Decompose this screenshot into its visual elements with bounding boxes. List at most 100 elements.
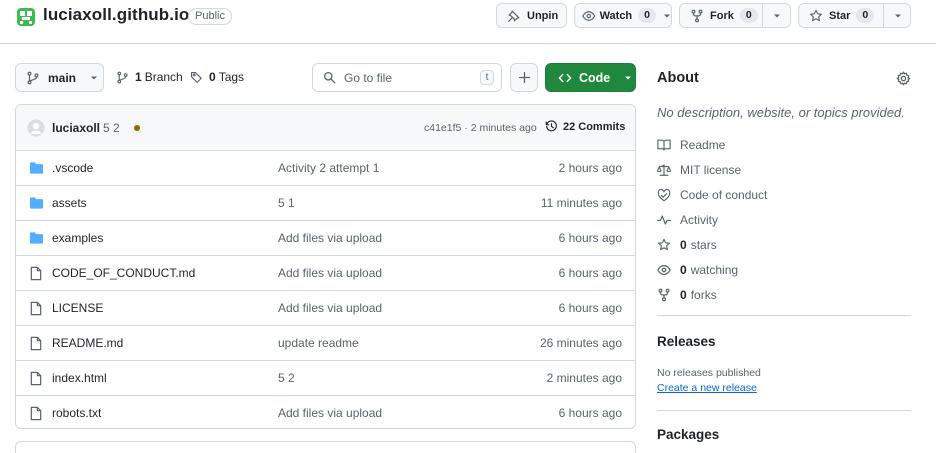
activity-label: Activity [680,213,719,227]
file-commit-message[interactable]: Add files via upload [278,406,382,420]
file-commit-message[interactable]: Add files via upload [278,301,382,315]
sidebar-divider [657,315,911,316]
author-avatar[interactable] [27,119,45,137]
file-row[interactable]: assets 5 1 11 minutes ago [16,186,635,221]
file-commit-time: 11 minutes ago [540,196,622,210]
code-icon [558,73,572,82]
file-icon [29,406,43,421]
fork-icon [691,9,703,22]
file-name[interactable]: .vscode [52,161,93,175]
file-row[interactable]: .vscode Activity 2 attempt 1 2 hours ago [16,151,635,186]
license-link-label: MIT license [680,163,742,177]
shortcut-key: t [480,70,494,85]
file-icon [29,301,43,316]
file-name[interactable]: examples [52,231,103,245]
branch-icon [117,71,128,83]
folder-icon [29,161,44,175]
code-of-conduct-link[interactable]: Code of conduct [657,188,767,202]
watching-link[interactable]: 0 watching [657,263,738,277]
gear-icon[interactable] [896,71,911,86]
code-of-conduct-label: Code of conduct [680,188,768,202]
go-to-file-input[interactable]: Go to file t [312,63,502,92]
create-release-link[interactable]: Create a new release [657,382,757,394]
star-icon [658,238,670,251]
branches-label: Branch [144,70,183,84]
branches-link[interactable]: 1 Branch [116,70,183,84]
go-to-file-placeholder: Go to file [344,70,393,85]
unpin-button[interactable]: Unpin [496,3,567,28]
readme-link-label: Readme [680,138,726,152]
forks-count: 0 [680,288,687,302]
tags-label: Tags [218,70,245,84]
file-commit-message[interactable]: 5 1 [278,196,295,210]
releases-title[interactable]: Releases [657,334,716,349]
star-count: 0 [856,8,875,23]
file-row[interactable]: LICENSE Add files via upload 6 hours ago [16,291,635,326]
file-name[interactable]: LICENSE [52,301,103,315]
forks-link[interactable]: 0 forks [657,288,717,302]
file-commit-message[interactable]: 5 2 [278,371,295,385]
star-label: Star [829,9,851,22]
commits-label: Commits [578,120,626,133]
latest-commit-bar: luciaxoll 5 2 c41e1f5 · 2 minutes ago 22… [16,105,635,151]
tags-link[interactable]: 0 Tags [190,70,244,84]
fork-button[interactable]: Fork 0 [679,3,791,28]
eye-icon [582,10,596,21]
commit-status-dot[interactable] [134,125,140,131]
chevron-down-icon [91,76,98,79]
pulse-icon [657,215,671,225]
file-row[interactable]: robots.txt Add files via upload 6 hours ag… [16,396,635,428]
file-icon [29,266,43,281]
code-of-conduct-icon [657,188,671,202]
star-button[interactable]: Star 0 [798,3,911,28]
file-name[interactable]: assets [52,196,87,210]
branch-selector[interactable]: main [15,63,104,92]
readme-panel [15,441,636,453]
file-name[interactable]: index.html [52,371,107,385]
fork-count: 0 [739,8,758,23]
stars-link[interactable]: 0 stars [657,238,717,252]
stars-count: 0 [680,238,687,252]
fork-label: Fork [710,9,734,22]
packages-title[interactable]: Packages [657,427,719,442]
license-link[interactable]: MIT license [657,163,741,177]
file-icon [29,336,43,351]
file-name[interactable]: CODE_OF_CONDUCT.md [52,266,195,280]
code-label: Code [579,70,611,85]
repo-name[interactable]: luciaxoll.github.io [43,5,189,25]
file-row[interactable]: README.md update readme 26 minutes ago [16,326,635,361]
commit-hash-time[interactable]: c41e1f5 · 2 minutes ago [424,122,537,134]
file-row[interactable]: CODE_OF_CONDUCT.md Add files via upload 6 … [16,256,635,291]
commits-link[interactable]: 22 Commits [545,120,625,133]
file-name[interactable]: robots.txt [52,406,101,420]
pin-icon [508,10,520,22]
watch-count: 0 [638,8,656,23]
file-commit-message[interactable]: Add files via upload [278,231,382,245]
file-table: luciaxoll 5 2 c41e1f5 · 2 minutes ago 22… [15,104,636,429]
commit-message[interactable]: 5 2 [103,121,120,135]
stars-label: stars [690,238,717,252]
file-row[interactable]: index.html 5 2 2 minutes ago [16,361,635,396]
commits-count: 22 [563,120,576,133]
file-commit-message[interactable]: Activity 2 attempt 1 [278,161,379,175]
forks-label: forks [690,288,717,302]
eye-icon [657,265,671,275]
add-file-button[interactable] [510,63,538,92]
code-button[interactable]: Code [545,63,636,92]
file-commit-message[interactable]: Add files via upload [278,266,382,280]
file-commit-time: 6 hours ago [558,406,622,420]
file-row[interactable]: examples Add files via upload 6 hours ago [16,221,635,256]
watch-dropdown-icon[interactable] [663,12,671,20]
watch-button[interactable]: Watch 0 [574,3,672,28]
file-commit-time: 6 hours ago [558,231,622,245]
search-icon [323,71,336,84]
activity-link[interactable]: Activity [657,213,718,227]
file-commit-time: 6 hours ago [558,266,622,280]
readme-link[interactable]: Readme [657,138,725,152]
file-name[interactable]: README.md [52,336,123,350]
fork-dropdown-icon[interactable] [762,4,791,27]
star-icon [810,9,822,21]
commit-author[interactable]: luciaxoll [52,121,100,135]
star-dropdown-icon[interactable] [883,4,911,27]
file-commit-message[interactable]: update readme [278,336,359,350]
